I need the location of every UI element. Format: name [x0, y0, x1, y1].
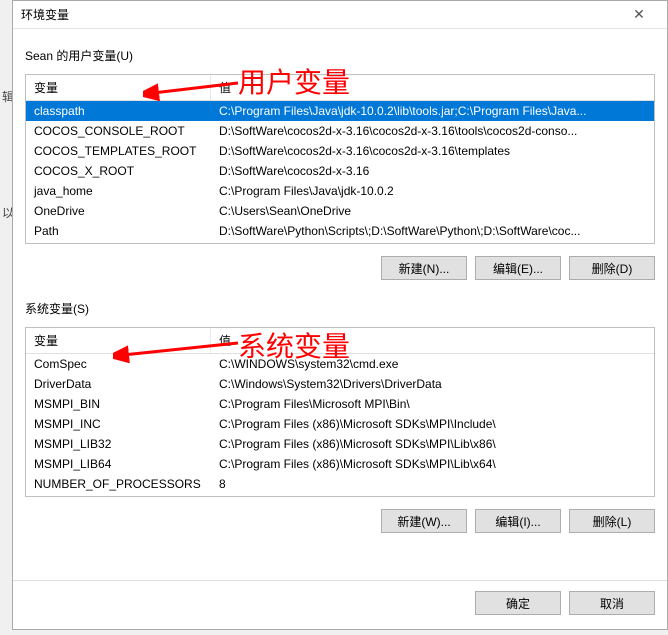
cell-variable: DriverData	[26, 375, 211, 393]
table-row[interactable]: MSMPI_LIB32C:\Program Files (x86)\Micros…	[26, 434, 654, 454]
cell-value: 8	[211, 475, 654, 493]
cell-variable: java_home	[26, 182, 211, 200]
table-row[interactable]: COCOS_CONSOLE_ROOTD:\SoftWare\cocos2d-x-…	[26, 121, 654, 141]
user-delete-button[interactable]: 删除(D)	[569, 256, 655, 280]
window-title: 环境变量	[21, 6, 619, 23]
table-row[interactable]: OneDriveC:\Users\Sean\OneDrive	[26, 201, 654, 221]
table-row[interactable]: PathD:\SoftWare\Python\Scripts\;D:\SoftW…	[26, 221, 654, 241]
cell-value: C:\Program Files (x86)\Microsoft SDKs\MP…	[211, 435, 654, 453]
table-row[interactable]: classpathC:\Program Files\Java\jdk-10.0.…	[26, 101, 654, 121]
column-variable[interactable]: 变量	[26, 75, 211, 100]
column-variable[interactable]: 变量	[26, 328, 211, 353]
column-value[interactable]: 值	[211, 328, 654, 353]
cell-value: C:\Program Files\Java\jdk-10.0.2\lib\too…	[211, 102, 654, 120]
cancel-button[interactable]: 取消	[569, 591, 655, 615]
user-new-button[interactable]: 新建(N)...	[381, 256, 467, 280]
cell-variable: OneDrive	[26, 202, 211, 220]
table-row[interactable]: OnlineServicesOnline Services	[26, 494, 654, 497]
system-edit-button[interactable]: 编辑(I)...	[475, 509, 561, 533]
system-delete-button[interactable]: 删除(L)	[569, 509, 655, 533]
cell-variable: COCOS_X_ROOT	[26, 162, 211, 180]
cell-value: D:\SoftWare\cocos2d-x-3.16\cocos2d-x-3.1…	[211, 142, 654, 160]
cell-value: C:\WINDOWS\system32\cmd.exe	[211, 355, 654, 373]
cell-variable: MSMPI_INC	[26, 415, 211, 433]
user-vars-table[interactable]: 变量 值 classpathC:\Program Files\Java\jdk-…	[25, 74, 655, 244]
table-row[interactable]: MSMPI_BINC:\Program Files\Microsoft MPI\…	[26, 394, 654, 414]
column-value[interactable]: 值	[211, 75, 654, 100]
table-row[interactable]: java_homeC:\Program Files\Java\jdk-10.0.…	[26, 181, 654, 201]
cell-value: C:\Program Files (x86)\Microsoft SDKs\MP…	[211, 455, 654, 473]
titlebar: 环境变量 ✕	[13, 1, 667, 29]
cell-variable: NUMBER_OF_PROCESSORS	[26, 475, 211, 493]
user-vars-label: Sean 的用户变量(U)	[25, 47, 655, 64]
cell-value: Online Services	[211, 495, 654, 497]
cell-variable: MSMPI_LIB32	[26, 435, 211, 453]
user-edit-button[interactable]: 编辑(E)...	[475, 256, 561, 280]
table-row[interactable]: ComSpecC:\WINDOWS\system32\cmd.exe	[26, 354, 654, 374]
table-row[interactable]: COCOS_X_ROOTD:\SoftWare\cocos2d-x-3.16	[26, 161, 654, 181]
cell-variable: Path	[26, 222, 211, 240]
cell-variable: MSMPI_LIB64	[26, 455, 211, 473]
cell-value: C:\Program Files (x86)\Microsoft SDKs\MP…	[211, 415, 654, 433]
cell-value: C:\Users\Sean\OneDrive	[211, 202, 654, 220]
table-row[interactable]: DriverDataC:\Windows\System32\Drivers\Dr…	[26, 374, 654, 394]
cell-value: C:\Program Files\Microsoft MPI\Bin\	[211, 395, 654, 413]
table-row[interactable]: COCOS_TEMPLATES_ROOTD:\SoftWare\cocos2d-…	[26, 141, 654, 161]
system-new-button[interactable]: 新建(W)...	[381, 509, 467, 533]
table-row[interactable]: MSMPI_LIB64C:\Program Files (x86)\Micros…	[26, 454, 654, 474]
close-icon[interactable]: ✕	[619, 6, 659, 23]
table-header: 变量 值	[26, 328, 654, 354]
cell-value: D:\SoftWare\cocos2d-x-3.16\cocos2d-x-3.1…	[211, 122, 654, 140]
table-row[interactable]: MSMPI_INCC:\Program Files (x86)\Microsof…	[26, 414, 654, 434]
cell-variable: classpath	[26, 102, 211, 120]
cell-value: D:\SoftWare\cocos2d-x-3.16	[211, 162, 654, 180]
cell-variable: ComSpec	[26, 355, 211, 373]
table-row[interactable]: NUMBER_OF_PROCESSORS8	[26, 474, 654, 494]
cell-value: D:\SoftWare\Python\Scripts\;D:\SoftWare\…	[211, 222, 654, 240]
cell-variable: TEMP	[26, 242, 211, 244]
cell-variable: COCOS_TEMPLATES_ROOT	[26, 142, 211, 160]
system-vars-table[interactable]: 变量 值 ComSpecC:\WINDOWS\system32\cmd.exeD…	[25, 327, 655, 497]
cell-value: C:\Windows\System32\Drivers\DriverData	[211, 375, 654, 393]
cell-variable: OnlineServices	[26, 495, 211, 497]
cell-value: C:\Program Files\Java\jdk-10.0.2	[211, 182, 654, 200]
env-vars-dialog: 环境变量 ✕ 用户变量 Sean 的用户变量(U) 变量 值 classpath…	[12, 0, 668, 630]
system-vars-label: 系统变量(S)	[25, 300, 655, 317]
cell-value: C:\Users\Sean\AppData\Local\Temp	[211, 242, 654, 244]
table-header: 变量 值	[26, 75, 654, 101]
cell-variable: COCOS_CONSOLE_ROOT	[26, 122, 211, 140]
ok-button[interactable]: 确定	[475, 591, 561, 615]
cell-variable: MSMPI_BIN	[26, 395, 211, 413]
table-row[interactable]: TEMPC:\Users\Sean\AppData\Local\Temp	[26, 241, 654, 244]
